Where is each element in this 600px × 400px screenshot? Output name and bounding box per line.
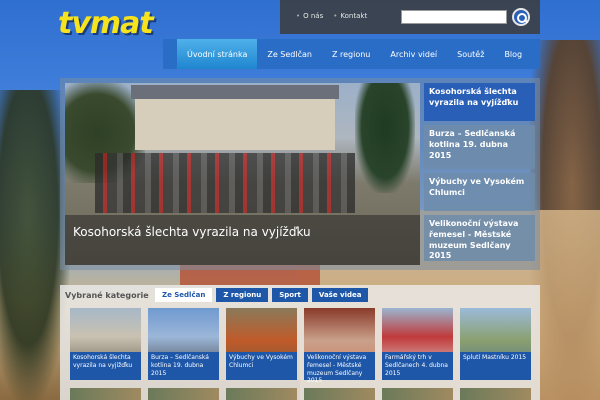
featured-item[interactable]: Výbuchy ve Vysokém Chlumci	[424, 173, 535, 211]
video-card[interactable]: Farmářský trh v Sedlčanech 4. dubna 2015	[382, 308, 453, 380]
nav-home[interactable]: Úvodní stránka	[177, 39, 258, 69]
next-row-thumbnails	[70, 388, 531, 400]
video-thumbnail[interactable]	[382, 388, 453, 400]
featured-list: Kosohorská šlechta vyrazila na vyjížďku …	[424, 83, 535, 265]
video-card-title: Farmářský trh v Sedlčanech 4. dubna 2015	[382, 352, 453, 380]
top-links: O nás Kontakt	[296, 12, 367, 20]
site-logo[interactable]: tvmat	[58, 6, 154, 41]
nav-z-regionu[interactable]: Z regionu	[322, 39, 380, 69]
contact-link[interactable]: Kontakt	[333, 12, 367, 20]
category-cards: Kosohorská šlechta vyrazila na vyjížďku …	[70, 308, 531, 384]
video-thumbnail[interactable]	[70, 388, 141, 400]
hero-caption-background	[65, 215, 420, 265]
featured-item[interactable]: Kosohorská šlechta vyrazila na vyjížďku	[424, 83, 535, 121]
categories-title: Vybrané kategorie	[65, 291, 149, 300]
video-card[interactable]: Kosohorská šlechta vyrazila na vyjížďku	[70, 308, 141, 380]
tab-ze-sedlcan[interactable]: Ze Sedlčan	[155, 288, 213, 302]
video-thumbnail[interactable]	[304, 388, 375, 400]
video-card-title: Velikonoční výstava řemesel - Městské mu…	[304, 352, 375, 384]
video-thumbnail[interactable]	[460, 388, 531, 400]
hero-image[interactable]: Kosohorská šlechta vyrazila na vyjížďku	[65, 83, 420, 265]
featured-item[interactable]: Burza – Sedlčanská kotlina 19. dubna 201…	[424, 125, 535, 169]
video-card-title: Splutí Mastníku 2015	[460, 352, 531, 380]
category-tabs: Ze Sedlčan Z regionu Sport Vaše videa	[155, 288, 369, 302]
video-thumbnail[interactable]	[226, 388, 297, 400]
video-card-title: Burza – Sedlčanská kotlina 19. dubna 201…	[148, 352, 219, 380]
nav-blog[interactable]: Blog	[494, 39, 532, 69]
hero-motorcycles	[95, 153, 355, 213]
search-button[interactable]	[512, 8, 530, 26]
video-card[interactable]: Velikonoční výstava řemesel - Městské mu…	[304, 308, 375, 384]
video-thumbnail[interactable]	[148, 388, 219, 400]
hero-caption[interactable]: Kosohorská šlechta vyrazila na vyjížďku	[73, 225, 311, 239]
video-card[interactable]: Burza – Sedlčanská kotlina 19. dubna 201…	[148, 308, 219, 380]
tab-vase-videa[interactable]: Vaše videa	[311, 288, 369, 302]
video-card-title: Kosohorská šlechta vyrazila na vyjížďku	[70, 352, 141, 380]
tab-z-regionu[interactable]: Z regionu	[216, 288, 269, 302]
nav-ze-sedlcan[interactable]: Ze Sedlčan	[257, 39, 322, 69]
video-card-title: Výbuchy ve Vysokém Chlumci	[226, 352, 297, 380]
nav-archiv-videi[interactable]: Archiv videí	[380, 39, 447, 69]
hero-house	[131, 85, 339, 150]
main-nav: Úvodní stránka Ze Sedlčan Z regionu Arch…	[163, 39, 540, 69]
featured-item[interactable]: Velikonoční výstava řemesel - Městské mu…	[424, 215, 535, 261]
nav-soutez[interactable]: Soutěž	[447, 39, 494, 69]
video-card[interactable]: Výbuchy ve Vysokém Chlumci	[226, 308, 297, 380]
tab-sport[interactable]: Sport	[272, 288, 308, 302]
about-link[interactable]: O nás	[296, 12, 323, 20]
search-input[interactable]	[401, 10, 507, 24]
hero-tree-right	[355, 83, 415, 193]
video-card[interactable]: Splutí Mastníku 2015	[460, 308, 531, 380]
